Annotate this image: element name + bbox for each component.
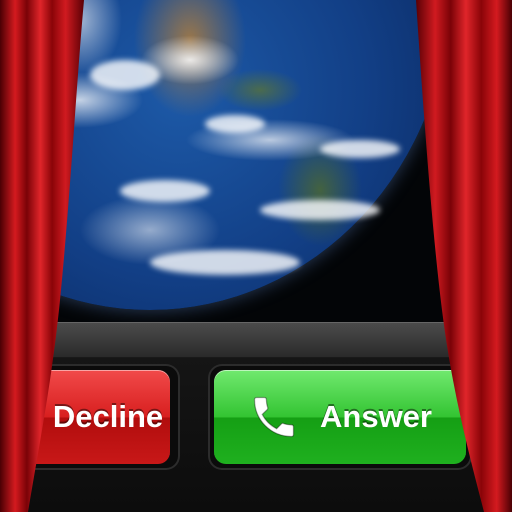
phone-handset-icon (248, 391, 300, 443)
incoming-call-screen: Decline Answer (0, 0, 512, 512)
right-curtain (416, 0, 512, 512)
left-curtain (0, 0, 84, 512)
